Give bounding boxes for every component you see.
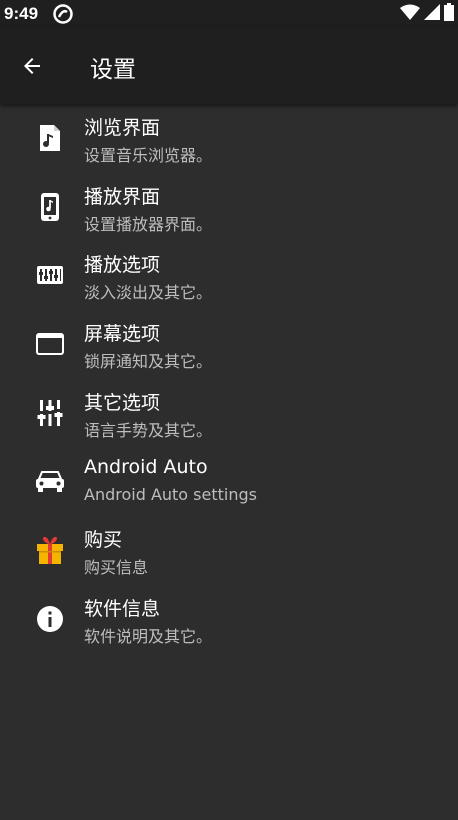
gift-icon (34, 534, 66, 566)
status-time: 9:49 (4, 4, 39, 23)
app-bar: 设置 (0, 28, 458, 104)
settings-item-title: 软件信息 (84, 597, 161, 620)
sliders-icon (34, 397, 66, 429)
info-icon (34, 603, 66, 635)
settings-item-subtitle: 购买信息 (84, 558, 149, 578)
settings-item-title: 购买 (84, 529, 123, 552)
settings-item-title: 播放选项 (84, 254, 161, 277)
page-title: 设置 (90, 57, 136, 83)
settings-item-browser-ui[interactable]: 浏览界面 设置音乐浏览器。 (0, 104, 458, 173)
settings-item-screen-options[interactable]: 屏幕选项 锁屏通知及其它。 (0, 310, 458, 379)
settings-item-title: Android Auto (84, 456, 208, 479)
settings-item-title: 屏幕选项 (84, 323, 161, 346)
settings-item-other-options[interactable]: 其它选项 语言手势及其它。 (0, 379, 458, 448)
arrow-left-icon (24, 58, 40, 74)
settings-item-android-auto[interactable]: Android Auto Android Auto settings (0, 447, 458, 516)
settings-item-subtitle: Android Auto settings (84, 485, 257, 505)
settings-item-title: 浏览界面 (84, 117, 161, 139)
equalizer-icon (34, 259, 66, 291)
window-icon (34, 328, 66, 360)
music-file-icon (34, 122, 66, 154)
settings-item-playback-options[interactable]: 播放选项 淡入淡出及其它。 (0, 241, 458, 310)
back-button[interactable] (14, 48, 50, 84)
settings-item-subtitle: 设置播放器界面。 (84, 214, 213, 234)
settings-item-subtitle: 软件说明及其它。 (84, 626, 213, 646)
settings-item-subtitle: 设置音乐浏览器。 (84, 146, 213, 165)
wifi-icon (400, 4, 420, 24)
settings-item-purchase[interactable]: 购买 购买信息 (0, 516, 458, 585)
settings-item-subtitle: 锁屏通知及其它。 (84, 352, 213, 372)
car-icon (34, 465, 66, 497)
settings-item-about[interactable]: 软件信息 软件说明及其它。 (0, 585, 458, 654)
battery-icon (444, 3, 454, 25)
phone-music-icon (34, 191, 66, 223)
settings-list: 浏览界面 设置音乐浏览器。 播放界面 设置播放器界面。 播放选项 淡入淡出及其它… (0, 104, 458, 654)
cell-signal-icon (424, 4, 440, 24)
settings-item-player-ui[interactable]: 播放界面 设置播放器界面。 (0, 173, 458, 242)
status-icons (400, 3, 454, 25)
settings-item-title: 其它选项 (84, 391, 161, 414)
settings-item-subtitle: 语言手势及其它。 (84, 420, 213, 440)
settings-item-title: 播放界面 (84, 185, 161, 208)
settings-item-subtitle: 淡入淡出及其它。 (84, 283, 213, 303)
status-bar: 9:49 (0, 0, 458, 28)
app-notification-icon (53, 4, 73, 24)
